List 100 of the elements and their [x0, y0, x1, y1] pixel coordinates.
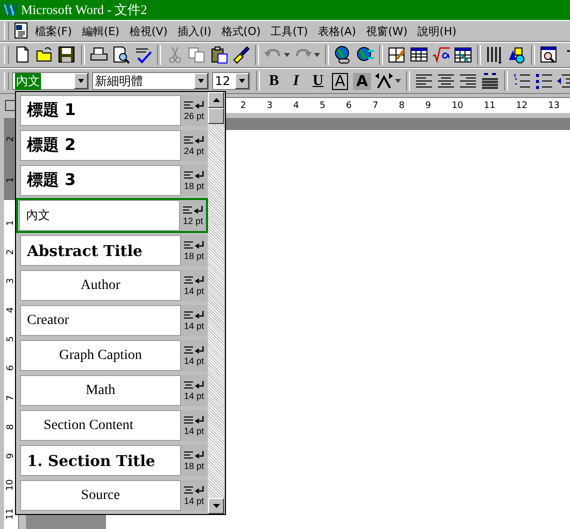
window-title: Microsoft Word - 文件2: [21, 1, 148, 19]
style-name: Math: [86, 382, 116, 398]
italic-button[interactable]: I: [285, 70, 307, 92]
style-name: 1. Section Title: [27, 452, 156, 470]
ruler-number: 1: [6, 220, 16, 226]
boxed-button[interactable]: A: [329, 70, 351, 92]
ruler-number: 6: [346, 100, 352, 110]
scroll-down-button[interactable]: [208, 498, 224, 514]
ruler-number: 7: [6, 394, 16, 400]
menu-item[interactable]: 視窗(W): [361, 24, 413, 38]
style-name: 標題 2: [27, 135, 76, 156]
ruler-number: 3: [6, 278, 16, 284]
font-combo[interactable]: 新細明體: [92, 72, 209, 90]
print-preview-icon[interactable]: [111, 45, 131, 65]
ruler-number: 10: [6, 479, 16, 491]
ruler-number: 12: [516, 100, 528, 110]
style-name: Source: [81, 488, 120, 504]
document-icon[interactable]: [12, 22, 30, 40]
ruler-number: 6: [6, 366, 16, 372]
ruler-number: 5: [320, 100, 326, 110]
style-name: Author: [80, 278, 120, 294]
style-item[interactable]: Abstract Title 18 pt: [19, 234, 208, 267]
ruler-number: 4: [293, 100, 299, 110]
style-name: Section Content: [44, 418, 134, 434]
scroll-thumb[interactable]: [208, 108, 224, 124]
clipboard-icon[interactable]: [209, 45, 229, 65]
spreadsheet-icon[interactable]: [453, 45, 473, 65]
style-combo[interactable]: 內文: [12, 72, 89, 90]
underline-button[interactable]: U: [307, 70, 329, 92]
scroll-up-button[interactable]: [208, 92, 224, 108]
style-item[interactable]: 標題 1 26 pt: [19, 94, 208, 127]
columns-icon[interactable]: [485, 45, 505, 65]
style-name: 標題 3: [27, 170, 76, 191]
dropdown-caret-icon[interactable]: [395, 79, 401, 83]
style-item[interactable]: Math 14 pt: [19, 374, 208, 407]
ruler-number: 3: [266, 100, 272, 110]
ruler-number: 8: [398, 100, 405, 110]
font-size-label: 18 pt: [184, 461, 204, 471]
document-magnifier-icon[interactable]: [539, 45, 559, 65]
style-item[interactable]: 標題 3 18 pt: [19, 164, 208, 197]
menu-item[interactable]: 檢視(V): [124, 24, 173, 38]
dropdown-caret-icon[interactable]: [284, 53, 290, 57]
copy-icon[interactable]: [187, 45, 207, 65]
dropdown-arrow-icon[interactable]: [78, 79, 84, 83]
tab-selector[interactable]: [5, 100, 16, 111]
paintbrush-icon[interactable]: [231, 45, 251, 65]
style-name: Abstract Title: [27, 242, 142, 260]
up-arrow-icon: [212, 98, 220, 102]
style-item[interactable]: Author 14 pt: [19, 269, 208, 302]
style-name: Graph Caption: [59, 348, 142, 364]
font-scale-icon[interactable]: [374, 71, 394, 91]
style-item[interactable]: Creator 14 pt: [19, 304, 208, 337]
ruler-number: 11: [6, 508, 16, 520]
font-size-combo[interactable]: 12: [212, 72, 250, 90]
bold-button[interactable]: B: [263, 70, 285, 92]
font-size-label: 18 pt: [184, 181, 204, 191]
style-item[interactable]: Section Content 14 pt: [19, 409, 208, 442]
save-icon[interactable]: [57, 45, 77, 65]
word-logo-icon: [2, 2, 18, 18]
style-item[interactable]: 1. Section Title 18 pt: [19, 444, 208, 477]
dropdown-arrow-icon[interactable]: [239, 79, 245, 83]
font-size-label: 26 pt: [184, 111, 204, 121]
menu-item[interactable]: 檔案(F): [30, 24, 77, 38]
scrollbar[interactable]: [208, 92, 224, 514]
table-pencil-icon[interactable]: [387, 45, 407, 65]
font-size-label: 14 pt: [184, 426, 204, 436]
drawing-shapes-icon[interactable]: [507, 45, 527, 65]
menu-item[interactable]: 工具(T): [266, 24, 313, 38]
font-size-label: 18 pt: [184, 251, 204, 261]
menu-item[interactable]: 插入(I): [172, 24, 216, 38]
font-size-label: 14 pt: [184, 391, 204, 401]
shaded-button[interactable]: A: [351, 70, 373, 92]
font-size-label: 14 pt: [184, 496, 204, 506]
font-size-label: 14 pt: [184, 356, 204, 366]
style-item[interactable]: 標題 2 24 pt: [19, 129, 208, 162]
ruler-number: 5: [6, 336, 16, 342]
style-item[interactable]: Graph Caption 14 pt: [19, 339, 208, 372]
ruler-number: 13: [548, 100, 560, 110]
dropdown-arrow-icon[interactable]: [198, 79, 204, 83]
dropdown-caret-icon[interactable]: [314, 53, 320, 57]
bulleted-list-icon[interactable]: [534, 71, 554, 91]
font-size-label: 14 pt: [184, 286, 204, 296]
equation-icon[interactable]: [431, 45, 451, 65]
ruler-number: 8: [6, 424, 16, 430]
ruler-number: 2: [240, 100, 246, 110]
ruler-number: 4: [6, 307, 16, 313]
distributed-icon[interactable]: [480, 71, 500, 91]
style-name: 內文: [26, 207, 50, 224]
font-size-label: 12 pt: [182, 216, 204, 226]
menu-item[interactable]: 格式(O): [216, 24, 266, 38]
style-item[interactable]: Source 14 pt: [19, 479, 208, 512]
font-size-label: 14 pt: [184, 321, 204, 331]
menu-item[interactable]: 說明(H): [412, 24, 462, 38]
ruler-number: 10: [452, 100, 464, 110]
menu-item[interactable]: 編輯(E): [76, 24, 124, 38]
ruler-number: 9: [6, 453, 16, 459]
style-item[interactable]: 內文 12 pt: [16, 198, 208, 233]
menu-item[interactable]: 表格(A): [312, 24, 362, 38]
style-name: Creator: [27, 312, 69, 328]
ruler-number: 7: [372, 100, 378, 110]
